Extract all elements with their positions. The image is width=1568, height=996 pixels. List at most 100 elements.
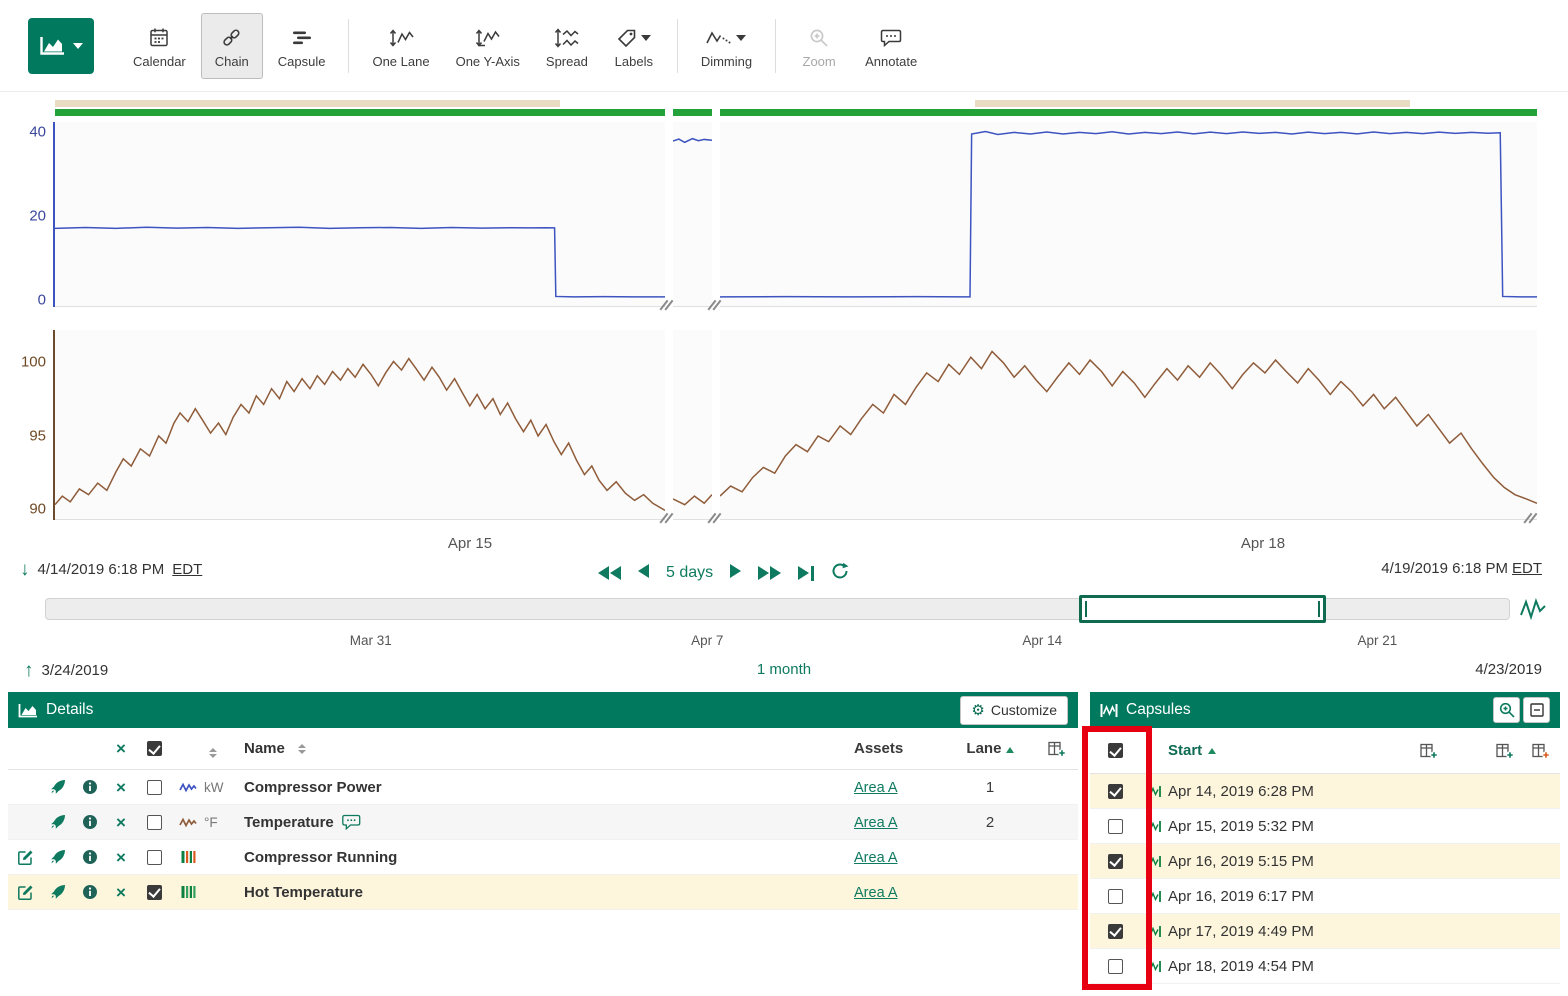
- asset-link[interactable]: Area A: [854, 850, 898, 866]
- step-back-much-button[interactable]: [598, 566, 621, 580]
- chain-button[interactable]: Chain: [201, 13, 263, 79]
- remove-icon[interactable]: ×: [116, 849, 126, 866]
- item-name[interactable]: Temperature: [244, 814, 334, 831]
- rocket-icon[interactable]: [42, 849, 74, 865]
- chart-segment[interactable]: [720, 330, 1537, 520]
- row-checkbox[interactable]: [147, 815, 162, 830]
- column-header-lane[interactable]: Lane: [954, 740, 1026, 757]
- add-stat-column-icon[interactable]: [1496, 743, 1514, 759]
- chart-segment[interactable]: [673, 330, 712, 520]
- rocket-icon[interactable]: [42, 884, 74, 900]
- timezone-link[interactable]: EDT: [1512, 560, 1542, 577]
- remove-icon[interactable]: ×: [116, 814, 126, 831]
- chart-segment[interactable]: [673, 122, 712, 307]
- collapse-panel-button[interactable]: [1523, 697, 1550, 723]
- lane-compressor-power: 40 20 0: [0, 122, 1568, 307]
- annotate-button[interactable]: Annotate: [854, 13, 928, 79]
- details-row[interactable]: × Compressor Running Area A: [8, 840, 1078, 875]
- info-icon[interactable]: [74, 849, 106, 865]
- column-header-assets[interactable]: Assets: [854, 740, 954, 757]
- range-end-datetime[interactable]: 4/19/2019 6:18 PM: [1381, 560, 1508, 577]
- one-lane-button[interactable]: One Lane: [361, 13, 440, 79]
- capsule-row[interactable]: Apr 16, 2019 6:17 PM: [1090, 879, 1560, 914]
- select-all-checkbox[interactable]: [1108, 743, 1123, 758]
- zoom-to-capsule-button[interactable]: [1493, 697, 1520, 723]
- calendar-button[interactable]: Calendar: [122, 13, 197, 79]
- view-mode-dropdown[interactable]: [28, 18, 94, 74]
- item-name[interactable]: Compressor Running: [244, 849, 397, 866]
- step-back-button[interactable]: [638, 564, 649, 582]
- chart-segment[interactable]: [55, 122, 665, 307]
- y-tick: 100: [10, 354, 46, 371]
- investigate-end-date[interactable]: 4/23/2019: [1475, 661, 1542, 678]
- row-checkbox[interactable]: [1108, 784, 1123, 799]
- toolbar: Calendar Chain Capsule: [0, 0, 1568, 92]
- refresh-button[interactable]: [831, 562, 849, 584]
- capsule-button[interactable]: Capsule: [267, 13, 337, 79]
- row-checkbox[interactable]: [147, 850, 162, 865]
- capsule-presence-bar: [720, 109, 1537, 116]
- row-checkbox[interactable]: [147, 885, 162, 900]
- investigate-duration[interactable]: 1 month: [757, 661, 811, 678]
- duration-label[interactable]: 5 days: [666, 564, 713, 582]
- remove-all-icon[interactable]: ×: [116, 740, 126, 757]
- info-icon[interactable]: [74, 779, 106, 795]
- capsule-row[interactable]: Apr 15, 2019 5:32 PM: [1090, 809, 1560, 844]
- customize-button[interactable]: ⚙ Customize: [960, 696, 1068, 725]
- x-axis-label: Apr 15: [448, 535, 492, 552]
- spread-button[interactable]: Spread: [535, 13, 599, 79]
- sort-icon[interactable]: [209, 748, 217, 758]
- capsule-row[interactable]: Apr 17, 2019 4:49 PM: [1090, 914, 1560, 949]
- row-checkbox[interactable]: [1108, 889, 1123, 904]
- rocket-icon[interactable]: [42, 779, 74, 795]
- labels-button[interactable]: Labels: [603, 13, 665, 79]
- capsule-row[interactable]: Apr 14, 2019 6:28 PM: [1090, 774, 1560, 809]
- column-header-start[interactable]: Start: [1168, 742, 1560, 759]
- one-y-axis-button[interactable]: One Y-Axis: [445, 13, 531, 79]
- display-range-selector[interactable]: [1079, 595, 1326, 623]
- add-column-icon[interactable]: [1420, 743, 1438, 759]
- edit-icon[interactable]: [8, 849, 42, 866]
- item-name[interactable]: Compressor Power: [244, 779, 382, 796]
- info-icon[interactable]: [74, 884, 106, 900]
- details-row[interactable]: × °F Temperature Area A 2: [8, 805, 1078, 840]
- item-name[interactable]: Hot Temperature: [244, 884, 363, 901]
- column-header-name[interactable]: Name: [244, 740, 854, 757]
- add-column-icon[interactable]: [1048, 741, 1066, 757]
- range-start-datetime[interactable]: 4/14/2019 6:18 PM: [38, 561, 165, 578]
- chevron-down-icon: [73, 43, 83, 49]
- step-forward-much-button[interactable]: [758, 566, 781, 580]
- row-checkbox[interactable]: [147, 780, 162, 795]
- add-property-column-icon[interactable]: [1532, 743, 1550, 759]
- asset-link[interactable]: Area A: [854, 815, 898, 831]
- timezone-link[interactable]: EDT: [172, 561, 202, 578]
- dimming-button[interactable]: Dimming: [690, 13, 763, 79]
- remove-icon[interactable]: ×: [116, 779, 126, 796]
- comment-icon[interactable]: [342, 814, 361, 830]
- investigate-start-date[interactable]: 3/24/2019: [42, 662, 109, 679]
- row-checkbox[interactable]: [1108, 959, 1123, 974]
- details-row[interactable]: × kW Compressor Power Area A 1: [8, 770, 1078, 805]
- tag-icon: [617, 28, 637, 48]
- rocket-icon[interactable]: [42, 814, 74, 830]
- asset-link[interactable]: Area A: [854, 885, 898, 901]
- edit-icon[interactable]: [8, 884, 42, 901]
- capsule-row[interactable]: Apr 18, 2019 4:54 PM: [1090, 949, 1560, 984]
- chart-segment[interactable]: [55, 330, 665, 520]
- capsule-row[interactable]: Apr 16, 2019 5:15 PM: [1090, 844, 1560, 879]
- step-forward-button[interactable]: [730, 564, 741, 582]
- select-all-checkbox[interactable]: [147, 741, 162, 756]
- investigate-timebar[interactable]: Mar 31 Apr 7 Apr 14 Apr 21: [45, 598, 1510, 620]
- chart-segment[interactable]: [720, 122, 1537, 307]
- range-start-arrow-icon[interactable]: ↓: [20, 560, 30, 579]
- row-checkbox[interactable]: [1108, 819, 1123, 834]
- row-checkbox[interactable]: [1108, 854, 1123, 869]
- asset-link[interactable]: Area A: [854, 780, 898, 796]
- details-row[interactable]: × Hot Temperature Area A: [8, 875, 1078, 910]
- step-to-end-button[interactable]: [798, 566, 814, 581]
- unit-label: kW: [204, 780, 244, 795]
- remove-icon[interactable]: ×: [116, 884, 126, 901]
- info-icon[interactable]: [74, 814, 106, 830]
- row-checkbox[interactable]: [1108, 924, 1123, 939]
- investigate-start-arrow-icon[interactable]: ↑: [24, 661, 34, 680]
